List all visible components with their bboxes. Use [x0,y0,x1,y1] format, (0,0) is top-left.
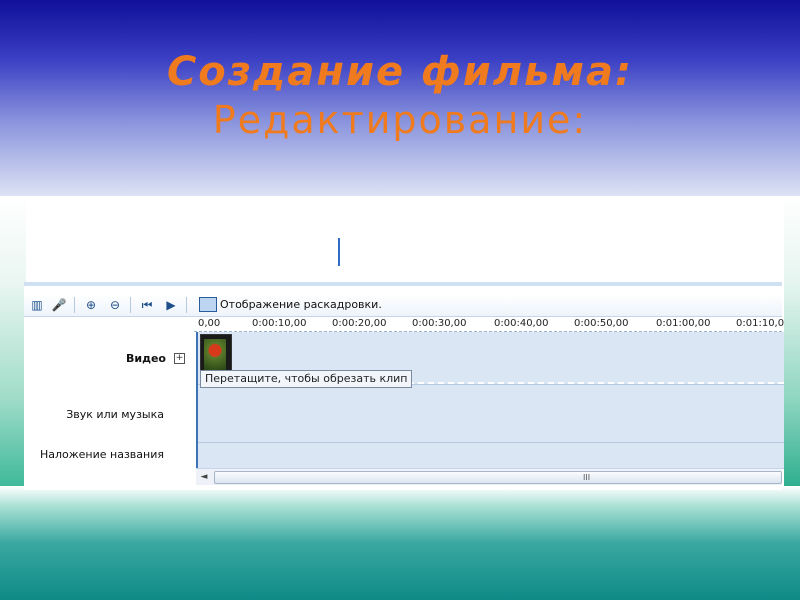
play-icon[interactable]: ▶ [162,296,180,314]
ruler-tick: 0:00:20,00 [332,318,387,329]
left-teal-edge [0,196,26,486]
bottom-gradient-background [0,486,800,600]
scroll-left-icon[interactable]: ◄ [198,470,210,484]
horizontal-scrollbar[interactable]: ◄ III [196,468,782,485]
toolbar-divider [74,297,75,313]
ruler-tick: 0,00 [198,318,221,329]
ruler-tick: 0:00:30,00 [412,318,467,329]
track-labels: Видео + Звук или музыка Наложение назван… [24,332,196,468]
track-area [196,332,784,469]
video-track-label: Видео [126,352,166,365]
scrollbar-thumb[interactable]: III [214,471,782,484]
slide-title-line2: Редактирование: [212,98,588,142]
ruler-tick: 0:01:10,0 [736,318,785,329]
rewind-icon[interactable]: ⏮ [138,296,156,314]
audio-track[interactable] [198,384,784,443]
slide-title-line1: Создание фильма: [166,49,634,95]
zoom-out-icon[interactable]: ⊖ [106,296,124,314]
trim-tooltip: Перетащите, чтобы обрезать клип [200,370,413,388]
title-overlay-track[interactable] [198,442,784,469]
ruler-tick: 0:00:40,00 [494,318,549,329]
zoom-in-icon[interactable]: ⊕ [82,296,100,314]
title-overlay-track-label: Наложение названия [39,448,164,461]
timeline-view-icon[interactable]: ▥ [28,296,46,314]
timeline-toolbar: ▥ 🎤 ⊕ ⊖ ⏮ ▶ Отображение раскадровки. [24,294,782,317]
toolbar-divider [186,297,187,313]
ruler-tick: 0:00:10,00 [252,318,307,329]
audio-track-label: Звук или музыка [66,408,164,421]
narrate-icon[interactable]: 🎤 [50,296,68,314]
slide-title: Создание фильма: Редактирование: [0,48,800,144]
scrollbar-grip: III [583,473,591,482]
ruler-tick: 0:00:50,00 [574,318,629,329]
storyboard-icon[interactable] [199,297,217,312]
time-ruler[interactable]: 0,00 0:00:10,00 0:00:20,00 0:00:30,00 0:… [194,317,785,332]
toolbar-divider [130,297,131,313]
ruler-tick: 0:01:00,00 [656,318,711,329]
show-storyboard-button[interactable]: Отображение раскадровки. [220,297,382,313]
text-cursor [338,238,340,266]
expand-video-button[interactable]: + [174,353,185,364]
right-teal-edge [784,196,800,486]
